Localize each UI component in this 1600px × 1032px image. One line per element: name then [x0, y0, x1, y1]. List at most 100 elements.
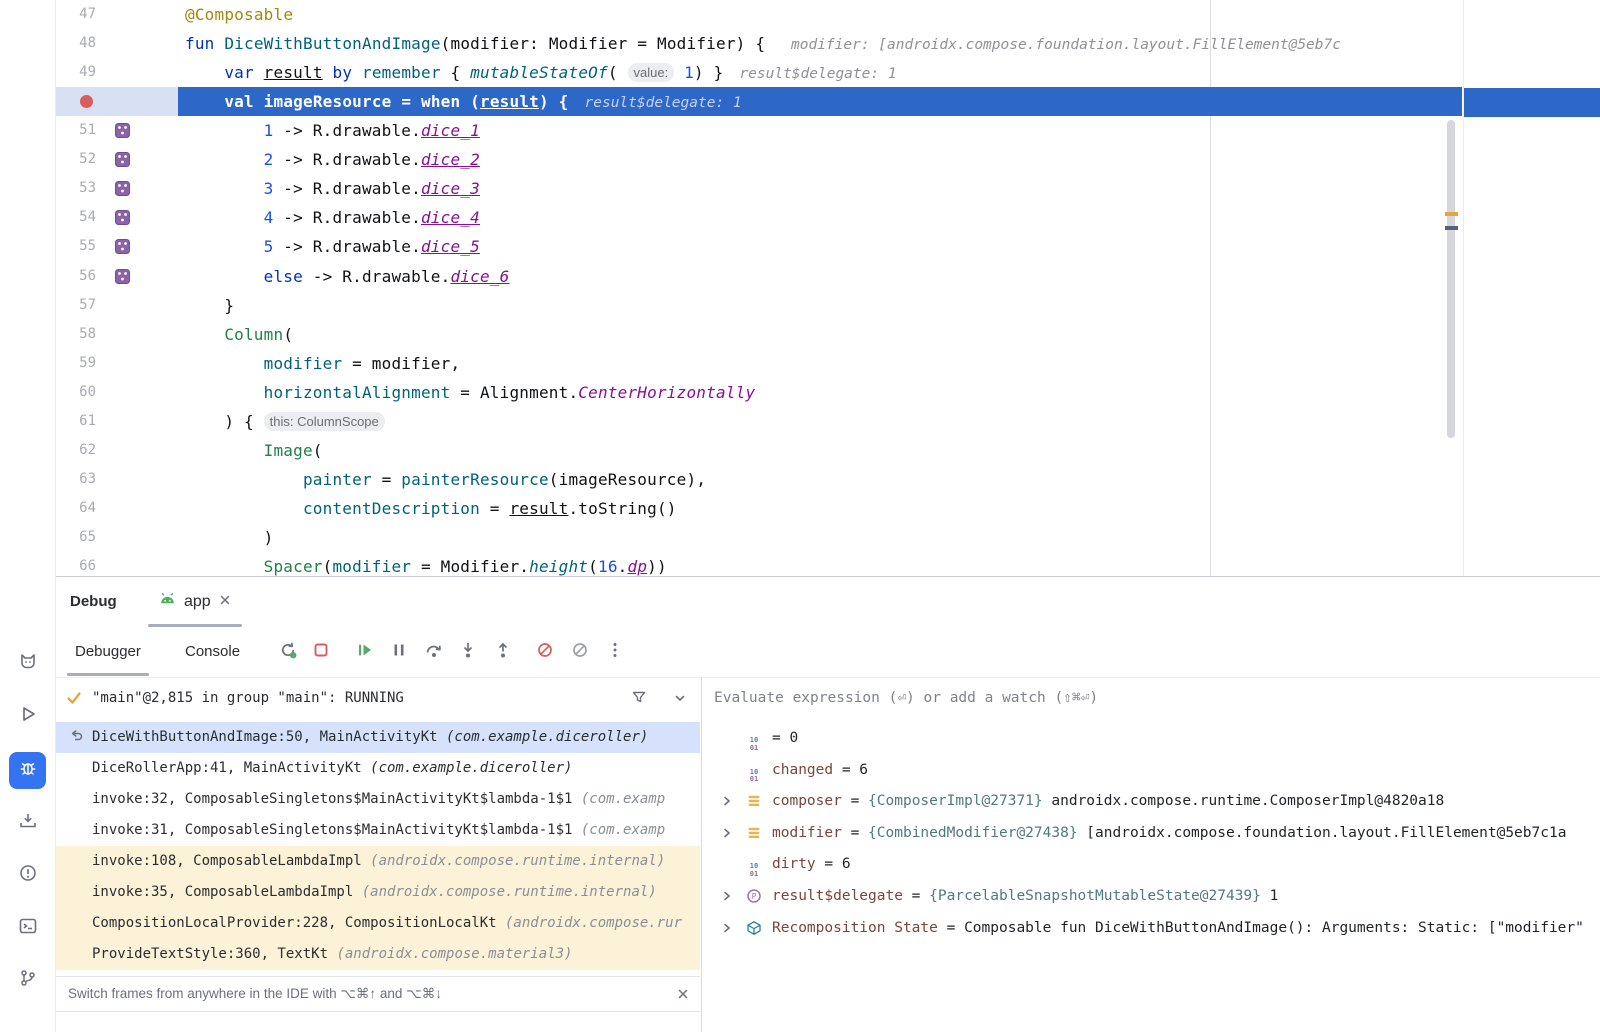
code-text[interactable]: contentDescription = result.toString() [185, 494, 677, 523]
tab-console[interactable]: Console [185, 627, 240, 676]
editor-gutter[interactable]: 56 [56, 262, 178, 291]
code-line-65[interactable]: 65) [56, 523, 1462, 552]
code-line-47[interactable]: 47@Composable [56, 0, 1462, 29]
code-line-52[interactable]: 522 -> R.drawable.dice_2 [56, 145, 1462, 174]
code-line-60[interactable]: 60horizontalAlignment = Alignment.Center… [56, 378, 1462, 407]
disable-breakpoints-button[interactable] [566, 638, 594, 666]
variable-row[interactable]: Recomposition State = Composable fun Dic… [702, 912, 1600, 944]
editor-gutter[interactable]: 49 [56, 58, 178, 87]
rerun-button[interactable] [274, 638, 302, 666]
code-line-56[interactable]: 56else -> R.drawable.dice_6 [56, 262, 1462, 291]
code-text[interactable]: Column( [185, 320, 293, 349]
breakpoint-icon[interactable] [80, 95, 93, 108]
drawable-preview-icon[interactable] [115, 123, 130, 143]
tab-debugger[interactable]: Debugger [75, 627, 141, 676]
editor-gutter[interactable]: 51 [56, 116, 178, 145]
drawable-preview-icon[interactable] [115, 181, 130, 201]
frame-row[interactable]: invoke:35, ComposableLambdaImpl (android… [56, 877, 700, 908]
editor-gutter[interactable]: 63 [56, 465, 178, 494]
chevron-down-icon[interactable] [673, 691, 687, 710]
code-text[interactable]: 3 -> R.drawable.dice_3 [185, 174, 480, 203]
code-line-63[interactable]: 63painter = painterResource(imageResourc… [56, 465, 1462, 494]
code-text[interactable]: Image( [185, 436, 323, 465]
frame-row[interactable]: invoke:108, ComposableLambdaImpl (androi… [56, 846, 700, 877]
code-text[interactable]: else -> R.drawable.dice_6 [185, 262, 509, 291]
code-line-55[interactable]: 555 -> R.drawable.dice_5 [56, 232, 1462, 261]
editor-gutter[interactable]: 54 [56, 203, 178, 232]
code-text[interactable]: 4 -> R.drawable.dice_4 [185, 203, 480, 232]
code-line-62[interactable]: 62Image( [56, 436, 1462, 465]
frame-row[interactable]: CompositionLocalProvider:228, Compositio… [56, 908, 700, 939]
editor-gutter[interactable]: 62 [56, 436, 178, 465]
code-text[interactable]: painter = painterResource(imageResource)… [185, 465, 706, 494]
variable-row[interactable]: modifier = {CombinedModifier@27438} [and… [702, 817, 1600, 849]
editor-gutter[interactable]: 55 [56, 232, 178, 261]
code-line-51[interactable]: 511 -> R.drawable.dice_1 [56, 116, 1462, 145]
drawable-preview-icon[interactable] [115, 210, 130, 230]
code-text[interactable]: 1 -> R.drawable.dice_1 [185, 116, 480, 145]
logcat-button[interactable] [9, 645, 46, 682]
editor-gutter[interactable]: 57 [56, 291, 178, 320]
code-text[interactable]: 5 -> R.drawable.dice_5 [185, 232, 480, 261]
variable-row[interactable]: 1001= 0 [702, 722, 1600, 754]
step-over-button[interactable] [420, 638, 448, 666]
step-into-button[interactable] [454, 638, 482, 666]
frame-row[interactable]: invoke:31, ComposableSingletons$MainActi… [56, 815, 700, 846]
close-icon[interactable] [218, 593, 232, 612]
code-line-64[interactable]: 64contentDescription = result.toString() [56, 494, 1462, 523]
variable-row[interactable]: Presult$delegate = {ParcelableSnapshotMu… [702, 880, 1600, 912]
editor-gutter[interactable]: 66 [56, 552, 178, 576]
code-line-66[interactable]: 66 Spacer(modifier = Modifier.height(16.d… [56, 552, 1462, 576]
code-line-58[interactable]: 58Column( [56, 320, 1462, 349]
code-text[interactable]: ) [185, 523, 273, 552]
drawable-preview-icon[interactable] [115, 239, 130, 259]
close-icon[interactable] [676, 987, 690, 1006]
editor-gutter[interactable]: 61 [56, 407, 178, 436]
code-line-53[interactable]: 533 -> R.drawable.dice_3 [56, 174, 1462, 203]
editor-gutter[interactable]: 59 [56, 349, 178, 378]
problems-button[interactable] [9, 857, 46, 894]
editor-gutter[interactable]: 58 [56, 320, 178, 349]
variable-row[interactable]: 1001changed = 6 [702, 754, 1600, 786]
code-editor[interactable]: 47@Composable48fun DiceWithButtonAndImag… [56, 0, 1462, 576]
chevron-right-icon[interactable] [720, 826, 734, 844]
code-text[interactable]: ) { this: ColumnScope [185, 407, 385, 436]
editor-gutter[interactable]: 60 [56, 378, 178, 407]
drawable-preview-icon[interactable] [115, 152, 130, 172]
pause-button[interactable] [385, 638, 413, 666]
mute-breakpoints-button[interactable] [531, 638, 559, 666]
profiler-button[interactable] [9, 805, 46, 842]
code-line-59[interactable]: 59modifier = modifier, [56, 349, 1462, 378]
code-text[interactable]: var result by remember { mutableStateOf(… [185, 58, 897, 87]
code-text[interactable]: } [185, 291, 234, 320]
variable-row[interactable]: 1001dirty = 6 [702, 848, 1600, 880]
code-line-57[interactable]: 57} [56, 291, 1462, 320]
code-line-50[interactable]: val imageResource = when (result) {resul… [56, 87, 1462, 116]
variable-row[interactable]: composer = {ComposerImpl@27371} androidx… [702, 785, 1600, 817]
code-text[interactable]: fun DiceWithButtonAndImage(modifier: Mod… [185, 29, 1341, 58]
code-text[interactable]: val imageResource = when (result) {resul… [185, 87, 742, 116]
resume-button[interactable] [351, 638, 379, 666]
editor-scrollbar[interactable] [1447, 120, 1455, 438]
evaluate-expression-field[interactable]: Evaluate expression (⏎) or add a watch (… [714, 678, 1098, 718]
frame-row[interactable]: invoke:32, ComposableSingletons$MainActi… [56, 784, 700, 815]
editor-gutter[interactable]: 65 [56, 523, 178, 552]
code-text[interactable]: @Composable [185, 0, 293, 29]
frame-row[interactable]: ProvideTextStyle:360, TextKt (androidx.c… [56, 939, 700, 970]
run-button[interactable] [9, 698, 46, 735]
version-control-button[interactable] [9, 962, 46, 999]
tab-app[interactable]: app [148, 577, 242, 627]
terminal-button[interactable] [9, 910, 46, 947]
filter-icon[interactable] [630, 688, 648, 711]
frame-row[interactable]: DiceWithButtonAndImage:50, MainActivityK… [56, 722, 700, 753]
stop-button[interactable] [307, 638, 335, 666]
thread-status[interactable]: "main"@2,815 in group "main": RUNNING [92, 678, 404, 718]
editor-gutter[interactable]: 47 [56, 0, 178, 29]
code-text[interactable]: Spacer(modifier = Modifier.height(16.dp)… [185, 552, 667, 576]
code-line-48[interactable]: 48fun DiceWithButtonAndImage(modifier: M… [56, 29, 1462, 58]
frame-row[interactable]: DiceRollerApp:41, MainActivityKt (com.ex… [56, 753, 700, 784]
editor-gutter[interactable]: 52 [56, 145, 178, 174]
chevron-right-icon[interactable] [720, 794, 734, 812]
editor-gutter[interactable] [56, 87, 178, 116]
code-line-49[interactable]: 49var result by remember { mutableStateO… [56, 58, 1462, 87]
